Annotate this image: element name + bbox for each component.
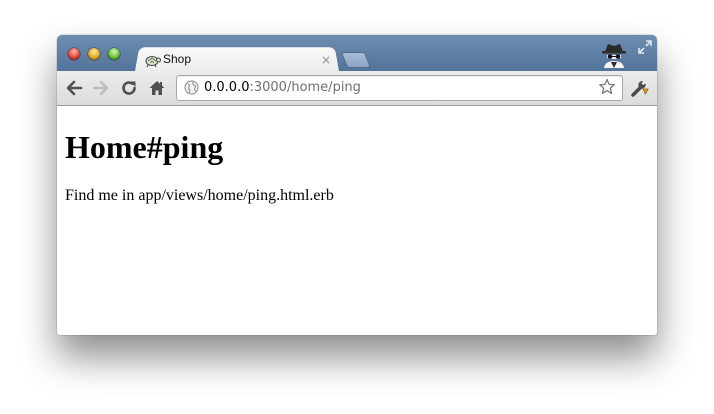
reload-icon[interactable] <box>120 79 138 97</box>
tab-shop[interactable]: Shop × <box>141 51 341 71</box>
url-text[interactable]: 0.0.0.0:3000/home/ping <box>204 79 361 96</box>
close-window-button[interactable] <box>68 48 80 60</box>
page-heading: Home#ping <box>65 129 224 165</box>
turtle-icon <box>145 52 161 68</box>
browser-window: Shop × 0.0.0.0:3000/home/ping Home#ping … <box>57 35 657 335</box>
fullscreen-icon[interactable] <box>637 39 653 55</box>
new-tab-button[interactable] <box>340 52 372 68</box>
zoom-window-button[interactable] <box>108 48 120 60</box>
page-content: Home#ping Find me in app/views/home/ping… <box>57 106 657 335</box>
incognito-icon <box>599 41 629 69</box>
minimize-window-button[interactable] <box>88 48 100 60</box>
tab-title: Shop <box>163 52 192 66</box>
star-icon[interactable] <box>598 78 616 96</box>
wrench-icon[interactable] <box>630 78 650 98</box>
tab-close-icon[interactable]: × <box>321 51 331 69</box>
forward-arrow-icon[interactable] <box>92 79 110 97</box>
address-bar[interactable]: 0.0.0.0:3000/home/ping <box>176 75 623 101</box>
tab-strip: Shop × <box>57 35 657 71</box>
url-host: 0.0.0.0 <box>204 80 250 95</box>
page-paragraph: Find me in app/views/home/ping.html.erb <box>65 187 334 204</box>
url-path: :3000/home/ping <box>249 80 361 95</box>
toolbar: 0.0.0.0:3000/home/ping <box>57 71 657 106</box>
home-icon[interactable] <box>148 79 166 97</box>
globe-icon[interactable] <box>184 80 199 95</box>
back-arrow-icon[interactable] <box>65 79 83 97</box>
